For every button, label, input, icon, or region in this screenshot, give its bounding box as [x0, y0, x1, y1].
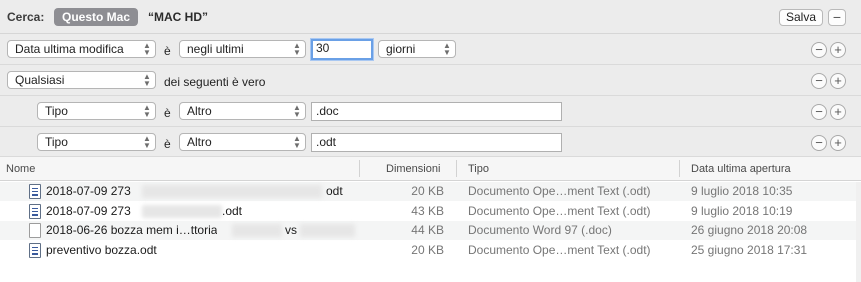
doc-document-icon: [29, 223, 41, 238]
file-name: 2018-07-09 273: [46, 204, 131, 218]
odt-document-icon: [29, 184, 41, 199]
file-kind: Documento Ope…ment Text (.odt): [468, 243, 651, 257]
odt-document-icon: [29, 243, 41, 258]
chevron-updown-icon: ▲ ▼: [293, 134, 301, 150]
search-label: Cerca:: [7, 10, 45, 24]
file-name-suffix: .odt: [222, 204, 243, 218]
file-name: 2018-06-26 bozza mem i…ttoria: [46, 223, 218, 237]
file-size: 44 KB: [411, 223, 444, 237]
file-name-suffix: odt: [326, 184, 343, 198]
operator-label: è: [164, 137, 171, 151]
scrollbar-track[interactable]: [856, 182, 861, 282]
file-date: 26 giugno 2018 20:08: [691, 223, 808, 237]
type-value-field[interactable]: .doc: [311, 102, 562, 121]
column-date-header[interactable]: Data ultima apertura: [691, 163, 791, 175]
add-criterion-button[interactable]: +: [830, 135, 846, 151]
add-criterion-button[interactable]: +: [830, 73, 846, 89]
file-date: 9 luglio 2018 10:35: [691, 184, 793, 198]
attribute-select-value: Tipo: [45, 104, 68, 118]
chevron-updown-icon: ▲ ▼: [143, 72, 151, 88]
redacted-area: [142, 185, 322, 198]
odt-document-icon: [29, 204, 41, 219]
any-condition-label: dei seguenti è vero: [164, 75, 266, 89]
column-name-header[interactable]: Nome: [6, 163, 35, 175]
add-criterion-button[interactable]: +: [830, 42, 846, 58]
results-list: 2018-07-09 273 odt 20 KB Documento Ope…m…: [0, 182, 861, 282]
chevron-updown-icon: ▲ ▼: [143, 103, 151, 119]
chevron-updown-icon: ▲ ▼: [143, 41, 151, 57]
close-search-button[interactable]: −: [828, 9, 846, 26]
condition-select-value: negli ultimi: [187, 42, 244, 56]
operator-label: è: [164, 44, 171, 58]
attribute-select[interactable]: Data ultima modifica ▲ ▼: [7, 40, 156, 58]
chevron-updown-icon: ▲ ▼: [293, 41, 301, 57]
file-kind: Documento Ope…ment Text (.odt): [468, 184, 651, 198]
table-row[interactable]: 2018-07-09 273 odt 20 KB Documento Ope…m…: [0, 182, 861, 201]
scope-mac-hd-button[interactable]: “MAC HD”: [148, 10, 208, 24]
attribute-select[interactable]: Tipo ▲ ▼: [37, 133, 156, 151]
criteria-row-date: Data ultima modifica ▲ ▼ è negli ultimi ▲…: [0, 34, 861, 65]
table-row[interactable]: 2018-07-09 273 .odt 43 KB Documento Ope……: [0, 202, 861, 221]
condition-select-value: Altro: [187, 135, 212, 149]
redacted-area: [300, 224, 355, 237]
redacted-area: [232, 224, 282, 237]
attribute-select-value: Tipo: [45, 135, 68, 149]
results-column-header: Nome Dimensioni Tipo Data ultima apertur…: [0, 157, 861, 181]
chevron-updown-icon: ▲ ▼: [293, 103, 301, 119]
type-value-field[interactable]: .odt: [311, 133, 562, 152]
table-row[interactable]: 2018-06-26 bozza mem i…ttoria vs 44 KB D…: [0, 221, 861, 240]
add-criterion-button[interactable]: +: [830, 104, 846, 120]
criteria-row-any: Qualsiasi ▲ ▼ dei seguenti è vero − +: [0, 65, 861, 96]
scope-this-mac-button[interactable]: Questo Mac: [54, 8, 139, 26]
file-name: preventivo bozza.odt: [46, 243, 157, 257]
remove-criterion-button[interactable]: −: [811, 42, 827, 58]
file-date: 9 luglio 2018 10:19: [691, 204, 793, 218]
redacted-area: [142, 205, 222, 218]
file-size: 20 KB: [411, 243, 444, 257]
column-kind-header[interactable]: Tipo: [468, 163, 489, 175]
unit-select-value: giorni: [386, 42, 416, 56]
column-divider[interactable]: [456, 160, 457, 177]
any-select-value: Qualsiasi: [15, 73, 65, 87]
criteria-row-type-odt: Tipo ▲ ▼ è Altro ▲ ▼ .odt − +: [0, 127, 861, 157]
criteria-row-type-doc: Tipo ▲ ▼ è Altro ▲ ▼ .doc − +: [0, 96, 861, 127]
chevron-updown-icon: ▲ ▼: [443, 41, 451, 57]
file-size: 20 KB: [411, 184, 444, 198]
save-button[interactable]: Salva: [779, 9, 823, 26]
condition-select-value: Altro: [187, 104, 212, 118]
table-row[interactable]: preventivo bozza.odt 20 KB Documento Ope…: [0, 241, 861, 260]
condition-select[interactable]: Altro ▲ ▼: [179, 102, 306, 120]
attribute-select-value: Data ultima modifica: [15, 42, 124, 56]
operator-label: è: [164, 106, 171, 120]
attribute-select[interactable]: Tipo ▲ ▼: [37, 102, 156, 120]
column-divider[interactable]: [359, 160, 360, 177]
chevron-updown-icon: ▲ ▼: [143, 134, 151, 150]
days-value-field[interactable]: 30: [311, 39, 373, 60]
remove-criterion-button[interactable]: −: [811, 135, 827, 151]
file-name-suffix: vs: [285, 223, 297, 237]
any-select[interactable]: Qualsiasi ▲ ▼: [7, 71, 156, 89]
file-kind: Documento Word 97 (.doc): [468, 223, 612, 237]
search-scope-bar: Cerca: Questo Mac “MAC HD” Salva −: [0, 0, 861, 34]
file-date: 25 giugno 2018 17:31: [691, 243, 808, 257]
file-size: 43 KB: [411, 204, 444, 218]
remove-criterion-button[interactable]: −: [811, 73, 827, 89]
file-kind: Documento Ope…ment Text (.odt): [468, 204, 651, 218]
file-name: 2018-07-09 273: [46, 184, 131, 198]
unit-select[interactable]: giorni ▲ ▼: [378, 40, 456, 58]
condition-select[interactable]: Altro ▲ ▼: [179, 133, 306, 151]
column-divider[interactable]: [679, 160, 680, 177]
column-size-header[interactable]: Dimensioni: [386, 163, 440, 175]
remove-criterion-button[interactable]: −: [811, 104, 827, 120]
condition-select[interactable]: negli ultimi ▲ ▼: [179, 40, 306, 58]
